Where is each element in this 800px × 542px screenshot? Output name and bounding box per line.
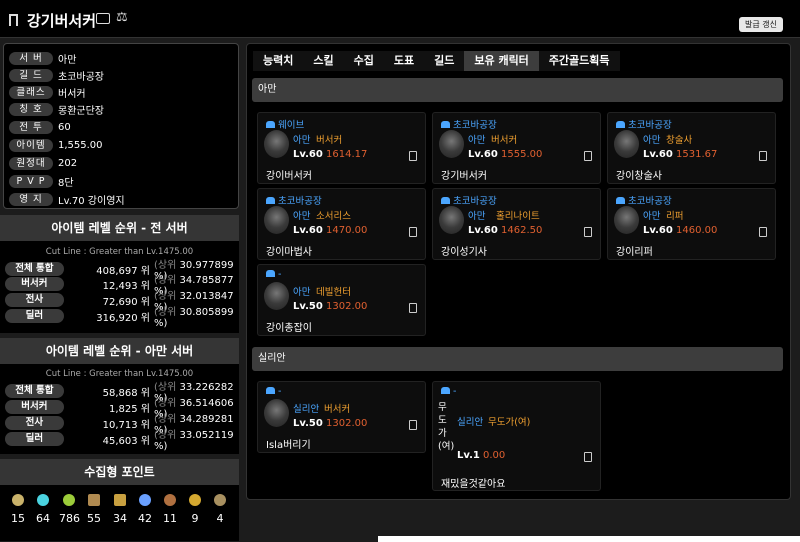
- copy-icon[interactable]: [409, 420, 417, 430]
- person-icon: [441, 387, 450, 394]
- copy-icon[interactable]: [759, 151, 767, 161]
- server-header: 실리안: [252, 347, 783, 371]
- avatar: [264, 399, 289, 427]
- profile-row: 길 드 초코바공장: [9, 68, 104, 83]
- copy-icon[interactable]: [584, 452, 592, 462]
- avatar: [264, 206, 289, 234]
- avatar: [614, 130, 639, 158]
- tab-skills[interactable]: 스킬: [303, 51, 344, 71]
- avatar: [439, 206, 464, 234]
- tab-stats[interactable]: 능력치: [253, 51, 304, 71]
- omnium-star-icon[interactable]: 4: [210, 494, 230, 525]
- masterpiece-icon[interactable]: 55: [84, 494, 104, 525]
- profile-box: 서 버 아만 길 드 초코바공장 클래스 버서커 칭 호 몽환군단장 전 투 60 아이템…: [3, 43, 239, 209]
- copy-icon[interactable]: [409, 227, 417, 237]
- avatar: [439, 130, 464, 158]
- tab-guild[interactable]: 길드: [424, 51, 465, 71]
- profile-row: 영 지 Lv.70 강이영지: [9, 192, 125, 207]
- rank-row: 딜러 316,920 위 (상위 30.805899 %): [5, 307, 237, 329]
- profile-row: 원정대 202: [9, 156, 77, 170]
- bookmark-icon[interactable]: [9, 14, 18, 26]
- character-card[interactable]: 초코바공장 아만 리퍼 Lv.60 1460.00 강이리퍼: [607, 188, 776, 260]
- avatar: [264, 130, 289, 158]
- id-card-icon[interactable]: [96, 13, 110, 24]
- island-orb-icon[interactable]: 64: [33, 494, 53, 525]
- orpheus-star-icon[interactable]: 11: [160, 494, 180, 525]
- character-card[interactable]: 초코바공장 아만 소서리스 Lv.60 1470.00 강이마법사: [257, 188, 426, 260]
- copy-icon[interactable]: [409, 303, 417, 313]
- copy-icon[interactable]: [584, 227, 592, 237]
- character-card[interactable]: - 무도가(여) 실리안 무도가(여) Lv.1 0.00 재밌을것같아요: [432, 381, 601, 491]
- tab-characters[interactable]: 보유 캐릭터: [464, 51, 539, 71]
- character-card[interactable]: - 실리안 버서커 Lv.50 1302.00 Isla버리기: [257, 381, 426, 453]
- main-panel: 능력치 스킬 수집 도표 길드 보유 캐릭터 주간골드획득 아만 웨이브 아만 …: [246, 43, 791, 500]
- profile-row: 아이템 1,555.00: [9, 138, 103, 152]
- person-icon: [616, 197, 625, 204]
- profile-row: 서 버 아만: [9, 51, 76, 66]
- ignea-token-icon[interactable]: 34: [110, 494, 130, 525]
- page-title: 강기버서커: [27, 12, 97, 30]
- copy-icon[interactable]: [409, 151, 417, 161]
- world-tree-leaf-icon[interactable]: 42: [135, 494, 155, 525]
- copy-icon[interactable]: [584, 151, 592, 161]
- person-icon: [441, 121, 450, 128]
- scale-icon[interactable]: ⚖: [116, 10, 130, 25]
- person-icon: [616, 121, 625, 128]
- tab-bar: 능력치 스킬 수집 도표 길드 보유 캐릭터 주간골드획득: [253, 51, 620, 71]
- profile-row: 칭 호 몽환군단장: [9, 102, 104, 117]
- character-card[interactable]: 초코바공장 아만 홀리나이트 Lv.60 1462.50 강이성기사: [432, 188, 601, 260]
- person-icon: [266, 121, 275, 128]
- profile-row: 전 투 60: [9, 120, 71, 134]
- person-icon: [266, 270, 275, 277]
- person-icon: [266, 387, 275, 394]
- refresh-button[interactable]: 발급 갱신: [739, 17, 783, 32]
- tab-weekly-gold[interactable]: 주간골드획득: [538, 51, 620, 71]
- person-icon: [441, 197, 450, 204]
- tab-charts[interactable]: 도표: [383, 51, 425, 71]
- avatar: [614, 206, 639, 234]
- top-bar: 강기버서커 ⚖ 발급 갱신: [0, 0, 800, 38]
- sea-bounty-icon[interactable]: 9: [185, 494, 205, 525]
- bottom-strip: [378, 536, 800, 542]
- tab-collection[interactable]: 수집: [343, 51, 384, 71]
- collect-title: 수집형 포인트: [0, 459, 239, 485]
- rank-server-box: Cut Line : Greater than Lv.1475.00 전체 통합…: [0, 364, 239, 454]
- copy-icon[interactable]: [759, 227, 767, 237]
- mokoko-seed-icon[interactable]: 786: [59, 494, 80, 525]
- rank-all-title: 아이템 레벨 순위 - 전 서버: [0, 215, 239, 241]
- character-card[interactable]: 초코바공장 아만 버서커 Lv.60 1555.00 강기버서커: [432, 112, 601, 184]
- server-header: 아만: [252, 78, 783, 102]
- character-card[interactable]: 웨이브 아만 버서커 Lv.60 1614.17 강이버서커: [257, 112, 426, 184]
- character-card[interactable]: 초코바공장 아만 창술사 Lv.60 1531.67 강이창술사: [607, 112, 776, 184]
- broken-avatar-alt: 무도가(여): [438, 402, 455, 452]
- person-icon: [266, 197, 275, 204]
- rank-row: 딜러 45,603 위 (상위 33.052119 %): [5, 430, 237, 452]
- character-card[interactable]: - 아만 데빌헌터 Lv.50 1302.00 강이총잡이: [257, 264, 426, 336]
- rank-all-box: Cut Line : Greater than Lv.1475.00 전체 통합…: [0, 241, 239, 333]
- profile-row: 클래스 버서커: [9, 85, 86, 100]
- profile-row: P V P 8단: [9, 174, 74, 189]
- rank-server-title: 아이템 레벨 순위 - 아만 서버: [0, 338, 239, 364]
- island-heart-icon[interactable]: 15: [8, 494, 28, 525]
- avatar: [264, 282, 289, 310]
- collect-points: 수집형 포인트 15 64 786 55 34 42 11 9 4: [0, 459, 239, 541]
